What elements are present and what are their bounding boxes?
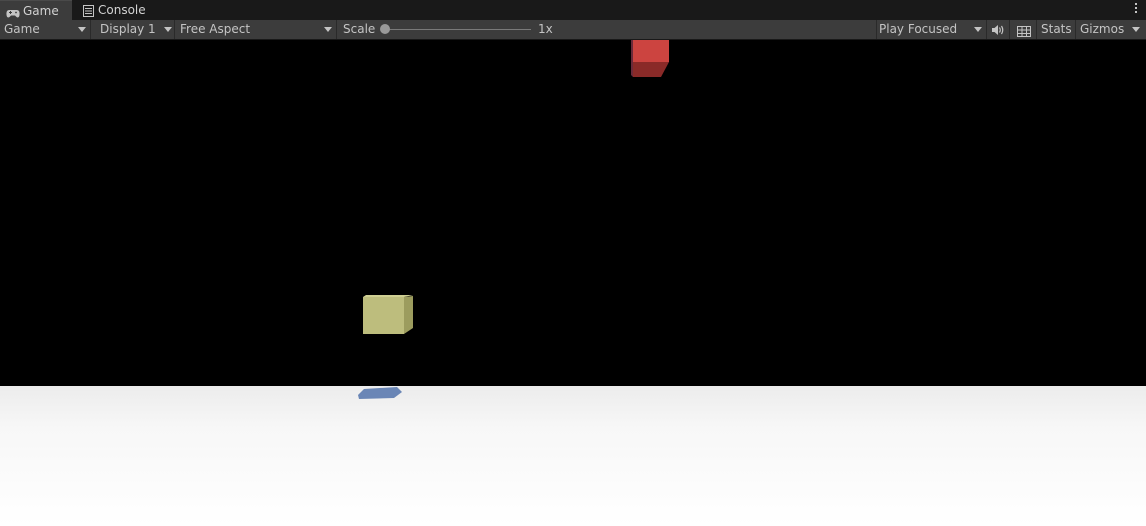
view-select-dropdown[interactable]: Game — [0, 20, 91, 39]
scale-slider-track[interactable] — [383, 29, 531, 30]
red-cube — [631, 40, 669, 77]
chevron-down-icon — [974, 27, 982, 32]
tab-console-label: Console — [98, 3, 146, 17]
chevron-down-icon — [78, 27, 86, 32]
game-view-toolbar: Game Display 1 Free Aspect Scale 1x Play… — [0, 20, 1146, 40]
scene-objects — [358, 40, 669, 399]
chevron-down-icon — [164, 27, 172, 32]
yellow-cube — [363, 295, 413, 334]
tab-game[interactable]: Game — [0, 0, 72, 20]
play-mode-label: Play Focused — [879, 22, 958, 36]
view-select-label: Game — [4, 22, 40, 36]
stats-button[interactable]: Stats — [1037, 20, 1076, 39]
tab-console[interactable]: Console — [79, 0, 159, 20]
stats-label: Stats — [1041, 22, 1072, 36]
aspect-select-dropdown[interactable]: Free Aspect — [176, 20, 337, 39]
blue-shadow — [358, 387, 402, 399]
display-select-label: Display 1 — [100, 22, 156, 36]
gizmos-label: Gizmos — [1080, 22, 1125, 36]
aspect-select-label: Free Aspect — [180, 22, 251, 36]
tab-game-label: Game — [23, 4, 59, 18]
window-tab-bar: Game Console — [0, 0, 1146, 21]
chevron-down-icon — [1132, 27, 1140, 32]
chevron-down-icon — [324, 27, 332, 32]
play-mode-dropdown[interactable]: Play Focused — [876, 20, 987, 39]
display-select-dropdown[interactable]: Display 1 — [92, 20, 175, 39]
mute-audio-button[interactable] — [987, 20, 1010, 39]
more-options-icon[interactable] — [1134, 3, 1138, 17]
gizmos-dropdown[interactable] — [1128, 20, 1146, 39]
gizmos-button[interactable]: Gizmos — [1076, 20, 1128, 39]
scale-label: Scale — [343, 22, 376, 36]
game-viewport[interactable] — [0, 40, 1146, 526]
scale-value: 1x — [538, 22, 553, 36]
scale-slider-thumb[interactable] — [380, 24, 390, 34]
scale-control: Scale 1x — [338, 20, 876, 39]
grid-toggle-button[interactable] — [1011, 20, 1037, 39]
